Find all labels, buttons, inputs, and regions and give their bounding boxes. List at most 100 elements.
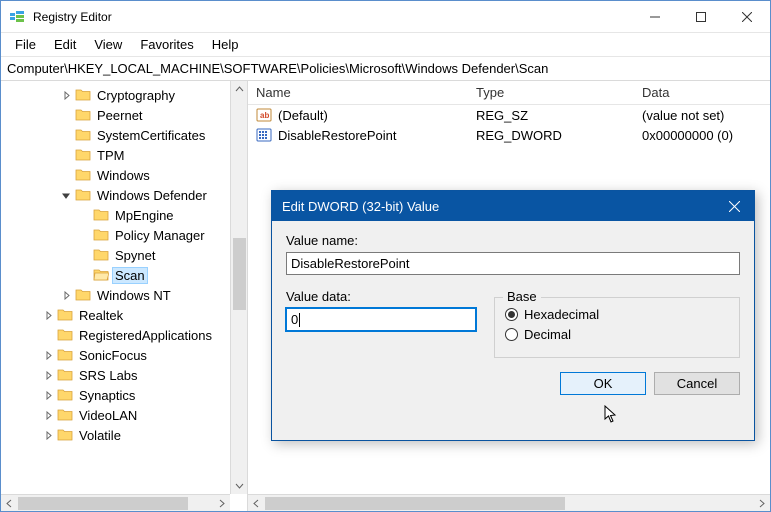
folder-icon bbox=[75, 147, 91, 163]
mouse-cursor-icon bbox=[604, 405, 622, 423]
reg-dword-icon bbox=[256, 127, 272, 143]
svg-text:ab: ab bbox=[260, 111, 269, 120]
tree-item[interactable]: SystemCertificates bbox=[1, 125, 247, 145]
folder-icon bbox=[57, 367, 73, 383]
expander-closed-icon[interactable] bbox=[41, 368, 55, 382]
menu-edit[interactable]: Edit bbox=[46, 35, 84, 54]
tree-item-label: Spynet bbox=[113, 248, 157, 263]
expander-closed-icon[interactable] bbox=[41, 308, 55, 322]
value-name-field[interactable] bbox=[286, 252, 740, 275]
value-data-field[interactable]: 0 bbox=[286, 308, 476, 331]
column-header-data[interactable]: Data bbox=[634, 81, 764, 104]
tree-item-label: Realtek bbox=[77, 308, 125, 323]
column-header-type[interactable]: Type bbox=[468, 81, 634, 104]
tree-item-label: SRS Labs bbox=[77, 368, 140, 383]
menu-favorites[interactable]: Favorites bbox=[132, 35, 201, 54]
tree-item[interactable]: Scan bbox=[1, 265, 247, 285]
list-header: Name Type Data bbox=[248, 81, 770, 105]
scroll-left-button[interactable] bbox=[1, 495, 18, 512]
scroll-left-button[interactable] bbox=[248, 495, 265, 512]
expander-placeholder-icon bbox=[59, 128, 73, 142]
tree-item[interactable]: RegisteredApplications bbox=[1, 325, 247, 345]
folder-icon bbox=[93, 207, 109, 223]
folder-icon bbox=[75, 167, 91, 183]
scroll-track[interactable] bbox=[265, 495, 753, 512]
scroll-thumb[interactable] bbox=[265, 497, 565, 510]
scroll-track[interactable] bbox=[18, 495, 213, 512]
maximize-button[interactable] bbox=[678, 1, 724, 33]
expander-closed-icon[interactable] bbox=[41, 388, 55, 402]
list-horizontal-scrollbar[interactable] bbox=[248, 494, 770, 511]
tree-item[interactable]: Synaptics bbox=[1, 385, 247, 405]
scroll-right-button[interactable] bbox=[213, 495, 230, 512]
text-caret bbox=[299, 313, 300, 327]
tree-item[interactable]: Policy Manager bbox=[1, 225, 247, 245]
scroll-track[interactable] bbox=[231, 98, 248, 477]
address-bar[interactable]: Computer\HKEY_LOCAL_MACHINE\SOFTWARE\Pol… bbox=[1, 57, 770, 81]
expander-open-icon[interactable] bbox=[59, 188, 73, 202]
tree-item[interactable]: TPM bbox=[1, 145, 247, 165]
tree-view[interactable]: Cryptography Peernet SystemCertificates … bbox=[1, 81, 247, 445]
menu-bar: File Edit View Favorites Help bbox=[1, 33, 770, 57]
tree-item[interactable]: Peernet bbox=[1, 105, 247, 125]
tree-item-label: Synaptics bbox=[77, 388, 137, 403]
expander-closed-icon[interactable] bbox=[41, 348, 55, 362]
expander-closed-icon[interactable] bbox=[59, 88, 73, 102]
minimize-button[interactable] bbox=[632, 1, 678, 33]
tree-item[interactable]: Windows bbox=[1, 165, 247, 185]
expander-placeholder-icon bbox=[59, 168, 73, 182]
tree-item[interactable]: Volatile bbox=[1, 425, 247, 445]
scroll-up-button[interactable] bbox=[231, 81, 248, 98]
scroll-thumb[interactable] bbox=[233, 238, 246, 310]
tree-item[interactable]: Spynet bbox=[1, 245, 247, 265]
list-row[interactable]: ab (Default)REG_SZ(value not set) bbox=[248, 105, 770, 125]
expander-placeholder-icon bbox=[59, 148, 73, 162]
column-header-name[interactable]: Name bbox=[248, 81, 468, 104]
value-type: REG_SZ bbox=[476, 108, 528, 123]
folder-icon bbox=[57, 347, 73, 363]
expander-placeholder-icon bbox=[59, 108, 73, 122]
tree-item[interactable]: MpEngine bbox=[1, 205, 247, 225]
expander-placeholder-icon bbox=[77, 248, 91, 262]
folder-icon bbox=[57, 307, 73, 323]
menu-help[interactable]: Help bbox=[204, 35, 247, 54]
scroll-down-button[interactable] bbox=[231, 477, 248, 494]
cancel-button[interactable]: Cancel bbox=[654, 372, 740, 395]
tree-item-label: TPM bbox=[95, 148, 126, 163]
dialog-body: Value name: Value data: 0 Base Hexadecim… bbox=[272, 221, 754, 405]
scroll-right-button[interactable] bbox=[753, 495, 770, 512]
tree-item-label: VideoLAN bbox=[77, 408, 139, 423]
tree-item[interactable]: VideoLAN bbox=[1, 405, 247, 425]
tree-item[interactable]: Realtek bbox=[1, 305, 247, 325]
reg-string-icon: ab bbox=[256, 107, 272, 123]
folder-icon bbox=[75, 127, 91, 143]
tree-vertical-scrollbar[interactable] bbox=[230, 81, 247, 494]
menu-file[interactable]: File bbox=[7, 35, 44, 54]
expander-closed-icon[interactable] bbox=[59, 288, 73, 302]
radio-dec-label: Decimal bbox=[524, 327, 571, 342]
tree-item-label: Scan bbox=[113, 268, 147, 283]
tree-item[interactable]: SRS Labs bbox=[1, 365, 247, 385]
tree-item-label: Policy Manager bbox=[113, 228, 207, 243]
folder-icon bbox=[75, 107, 91, 123]
tree-item[interactable]: Cryptography bbox=[1, 85, 247, 105]
expander-closed-icon[interactable] bbox=[41, 408, 55, 422]
dialog-close-button[interactable] bbox=[714, 191, 754, 221]
tree-item[interactable]: Windows NT bbox=[1, 285, 247, 305]
radio-decimal[interactable]: Decimal bbox=[505, 327, 729, 342]
radio-icon bbox=[505, 328, 518, 341]
scroll-thumb[interactable] bbox=[18, 497, 188, 510]
radio-hexadecimal[interactable]: Hexadecimal bbox=[505, 307, 729, 322]
tree-horizontal-scrollbar[interactable] bbox=[1, 494, 230, 511]
tree-item[interactable]: SonicFocus bbox=[1, 345, 247, 365]
value-name-label: Value name: bbox=[286, 233, 740, 248]
value-data: 0x00000000 (0) bbox=[642, 128, 733, 143]
list-row[interactable]: DisableRestorePointREG_DWORD0x00000000 (… bbox=[248, 125, 770, 145]
tree-item-label: Windows Defender bbox=[95, 188, 209, 203]
ok-button[interactable]: OK bbox=[560, 372, 646, 395]
dialog-title-bar[interactable]: Edit DWORD (32-bit) Value bbox=[272, 191, 754, 221]
tree-item[interactable]: Windows Defender bbox=[1, 185, 247, 205]
menu-view[interactable]: View bbox=[86, 35, 130, 54]
expander-closed-icon[interactable] bbox=[41, 428, 55, 442]
close-button[interactable] bbox=[724, 1, 770, 33]
